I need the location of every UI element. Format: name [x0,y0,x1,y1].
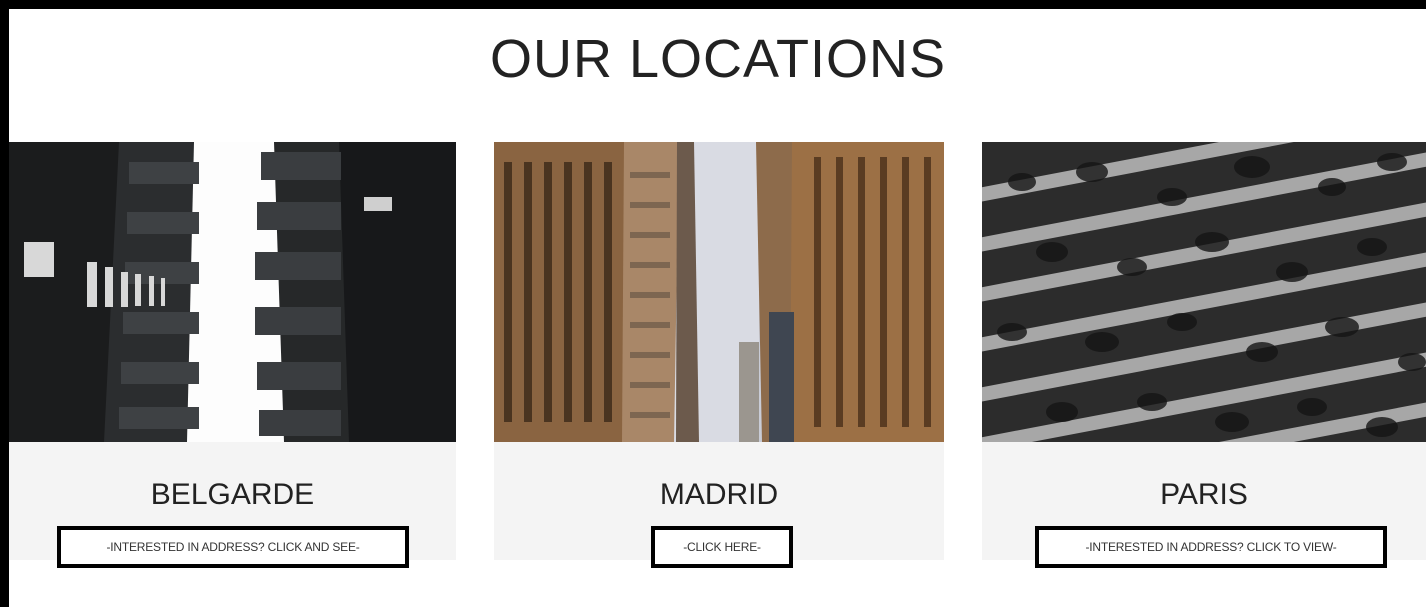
belgarde-address-link[interactable]: -INTERESTED IN ADDRESS? CLICK AND SEE- [57,526,409,568]
madrid-click-here-link[interactable]: -CLICK HERE- [651,526,793,568]
location-name-madrid: MADRID [659,478,779,511]
location-card-madrid: MADRID [494,142,944,560]
location-card-paris: PARIS [982,142,1426,560]
location-name-belgarde: BELGARDE [150,478,315,511]
location-image-belgarde[interactable] [9,142,456,442]
section-title: OUR LOCATIONS [489,29,947,89]
location-card-belgarde: BELGARDE [9,142,456,560]
location-image-paris[interactable] [982,142,1426,442]
paris-address-link[interactable]: -INTERESTED IN ADDRESS? CLICK TO VIEW- [1035,526,1387,568]
location-name-paris: PARIS [1160,478,1248,511]
location-image-madrid[interactable] [494,142,944,442]
